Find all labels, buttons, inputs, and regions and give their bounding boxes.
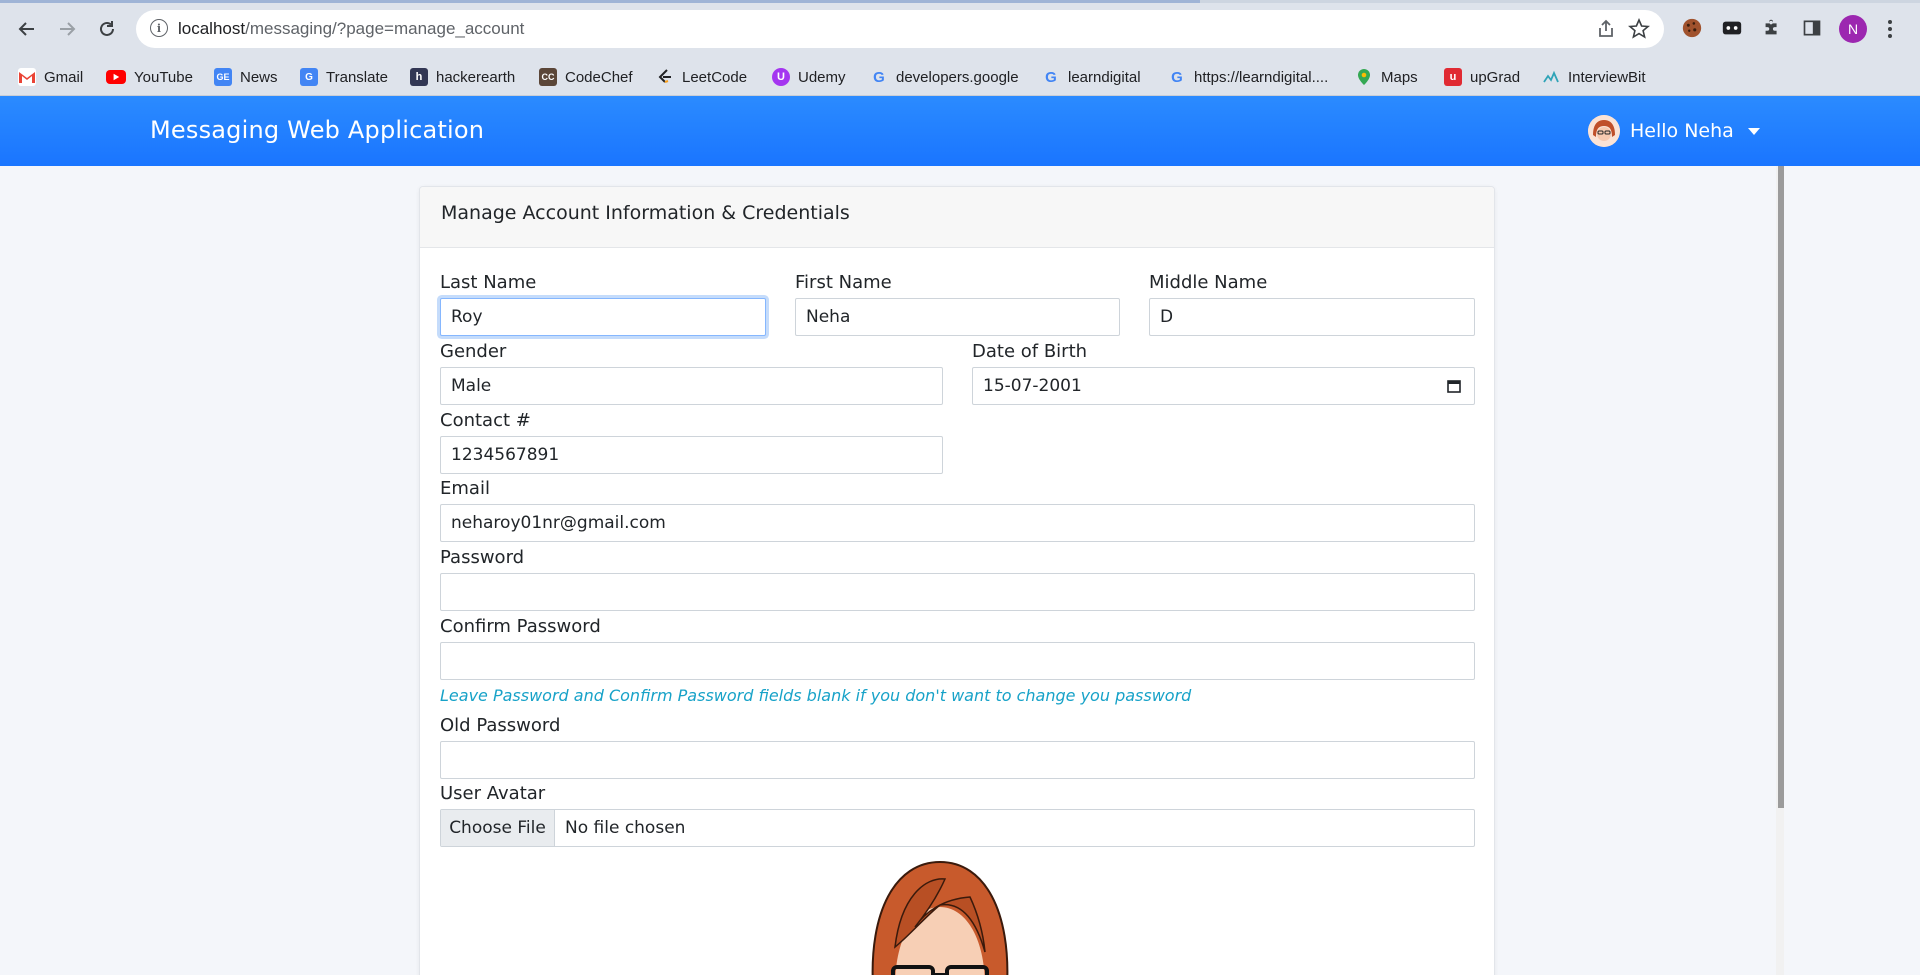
password-label: Password [440,547,525,568]
site-info-icon[interactable]: i [150,19,168,37]
dob-input[interactable]: 15-07-2001 [972,367,1475,405]
dob-value: 15-07-2001 [983,376,1082,396]
dob-label: Date of Birth [972,341,1088,362]
gmail-icon [18,68,36,86]
google-icon: G [873,68,885,86]
chevron-down-icon[interactable] [1747,127,1760,135]
hackerearth-icon: h [410,68,428,86]
bookmark-developers-google[interactable]: G developers.google [870,67,1018,87]
codechef-icon: CC [539,68,557,86]
calendar-icon[interactable] [1446,378,1462,394]
google-news-icon: GE [214,68,232,86]
manage-account-card: Manage Account Information & Credentials… [419,186,1495,975]
youtube-icon [106,70,126,84]
interviewbit-icon [1542,68,1560,86]
address-bar[interactable]: i localhost/messaging/?page=manage_accou… [136,10,1664,48]
google-maps-icon [1355,68,1373,86]
choose-file-button[interactable]: Choose File [441,810,555,846]
last-name-input[interactable]: Roy [440,298,766,336]
contact-input[interactable]: 1234567891 [440,436,943,474]
google-icon: G [1045,68,1057,86]
bookmark-learndigital[interactable]: G learndigital [1042,67,1140,87]
gamepad-extension-icon[interactable] [1720,16,1744,40]
puzzle-extensions-icon[interactable] [1760,16,1784,40]
user-greeting[interactable]: Hello Neha [1630,120,1734,142]
reload-icon[interactable] [92,14,122,44]
bookmark-udemy[interactable]: U Udemy [772,67,846,87]
contact-label: Contact # [440,410,531,431]
middle-name-label: Middle Name [1149,272,1268,293]
bookmark-hackerearth[interactable]: h hackerearth [410,67,515,87]
share-icon[interactable] [1596,19,1616,39]
old-password-label: Old Password [440,715,561,736]
udemy-icon: U [772,68,790,86]
bookmark-youtube[interactable]: YouTube [106,67,193,87]
back-arrow-icon[interactable] [12,14,42,44]
bookmark-interviewbit[interactable]: InterviewBit [1542,67,1646,87]
url-text[interactable]: localhost/messaging/?page=manage_account [178,19,524,39]
leetcode-icon [656,68,674,86]
avatar-file-input[interactable]: Choose File No file chosen [440,809,1475,847]
gender-label: Gender [440,341,507,362]
email-label: Email [440,478,490,499]
card-header: Manage Account Information & Credentials [420,187,1494,248]
first-name-label: First Name [795,272,892,293]
gender-select[interactable]: Male [440,367,943,405]
avatar-preview-image [871,860,1009,975]
bookmark-leetcode[interactable]: LeetCode [656,67,747,87]
app-title[interactable]: Messaging Web Application [150,116,484,144]
forward-arrow-icon[interactable] [52,14,82,44]
middle-name-input[interactable]: D [1149,298,1475,336]
google-translate-icon: G [300,68,318,86]
active-tab-indicator [0,0,1200,3]
card-title: Manage Account Information & Credentials [441,202,850,224]
bookmark-gmail[interactable]: Gmail [18,67,83,87]
side-panel-icon[interactable] [1800,16,1824,40]
email-input[interactable]: neharoy01nr@gmail.com [440,504,1475,542]
google-icon: G [1171,68,1183,86]
password-hint: Leave Password and Confirm Password fiel… [440,686,1192,705]
avatar-label: User Avatar [440,783,546,804]
browser-menu-icon[interactable] [1880,15,1900,43]
bookmark-codechef[interactable]: CC CodeChef [539,67,633,87]
file-status-text: No file chosen [565,818,686,838]
bookmark-upgrad[interactable]: u upGrad [1444,67,1520,87]
bookmark-translate[interactable]: G Translate [300,67,388,87]
browser-toolbar: i localhost/messaging/?page=manage_accou… [0,0,1920,58]
cookie-extension-icon[interactable] [1680,16,1704,40]
password-input[interactable] [440,573,1475,611]
upgrad-icon: u [1444,68,1462,86]
app-navbar: Messaging Web Application Hello Neha [0,96,1920,166]
bookmark-star-icon[interactable] [1628,18,1650,40]
bookmark-news[interactable]: GE News [214,67,278,87]
bookmark-maps[interactable]: Maps [1355,67,1418,87]
confirm-password-input[interactable] [440,642,1475,680]
user-menu-dropdown[interactable]: Hello Neha [1588,114,1760,148]
confirm-password-label: Confirm Password [440,616,601,637]
first-name-input[interactable]: Neha [795,298,1120,336]
page-scrollbar-thumb[interactable] [1778,166,1784,808]
profile-avatar-icon[interactable]: N [1839,15,1867,43]
bookmarks-bar: Gmail YouTube GE News G Translate h hack… [0,58,1920,96]
bookmark-learndigital-url[interactable]: G https://learndigital.... [1168,67,1328,87]
last-name-label: Last Name [440,272,537,293]
old-password-input[interactable] [440,741,1475,779]
user-avatar-icon [1588,115,1620,147]
